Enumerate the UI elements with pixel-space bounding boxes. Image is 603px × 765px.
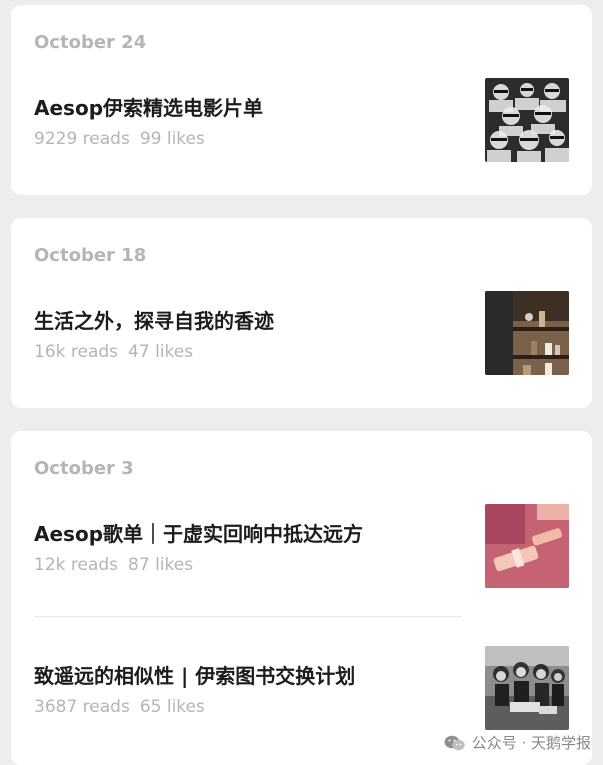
article-stats: 12k reads 87 likes	[34, 555, 193, 575]
read-count: 9229 reads	[34, 129, 130, 149]
group-date: October 18	[34, 245, 147, 266]
article-stats: 16k reads 47 likes	[34, 342, 193, 362]
article-group-card: October 3 Aesop歌单｜于虚实回响中抵达远方 12k reads 87…	[11, 431, 592, 765]
shelf-bottles-photo	[485, 291, 569, 375]
article-thumbnail[interactable]	[485, 291, 569, 375]
article-title[interactable]: Aesop伊索精选电影片单	[34, 92, 263, 121]
watermark: 公众号 · 天鹅学报	[444, 732, 591, 753]
group-date: October 24	[34, 32, 147, 53]
article-group-card: October 18 生活之外，探寻自我的香迹 16k reads 47 like…	[11, 218, 592, 408]
like-count: 87 likes	[128, 555, 194, 575]
wechat-icon	[444, 735, 466, 751]
article-thumbnail[interactable]	[485, 646, 569, 730]
article-thumbnail[interactable]	[485, 78, 569, 162]
article-stats: 3687 reads 65 likes	[34, 697, 205, 717]
cinema-audience-photo	[485, 78, 569, 162]
like-count: 47 likes	[128, 342, 194, 362]
article-thumbnail[interactable]	[485, 504, 569, 588]
article-title[interactable]: 致遥远的相似性 | 伊索图书交换计划	[34, 660, 355, 689]
read-count: 12k reads	[34, 555, 119, 575]
watermark-text: 公众号 · 天鹅学报	[471, 734, 591, 752]
article-title[interactable]: 生活之外，探寻自我的香迹	[34, 305, 274, 334]
article-stats: 9229 reads 99 likes	[34, 129, 205, 149]
divider	[34, 616, 462, 617]
pink-abstract-photo	[485, 504, 569, 588]
like-count: 99 likes	[139, 129, 205, 149]
article-title[interactable]: Aesop歌单｜于虚实回响中抵达远方	[34, 518, 363, 547]
children-reading-photo	[485, 646, 569, 730]
read-count: 3687 reads	[34, 697, 130, 717]
read-count: 16k reads	[34, 342, 119, 362]
article-group-card: October 24 Aesop伊索精选电影片单 9229 reads 99 li…	[11, 5, 592, 195]
like-count: 65 likes	[139, 697, 205, 717]
group-date: October 3	[34, 458, 134, 479]
